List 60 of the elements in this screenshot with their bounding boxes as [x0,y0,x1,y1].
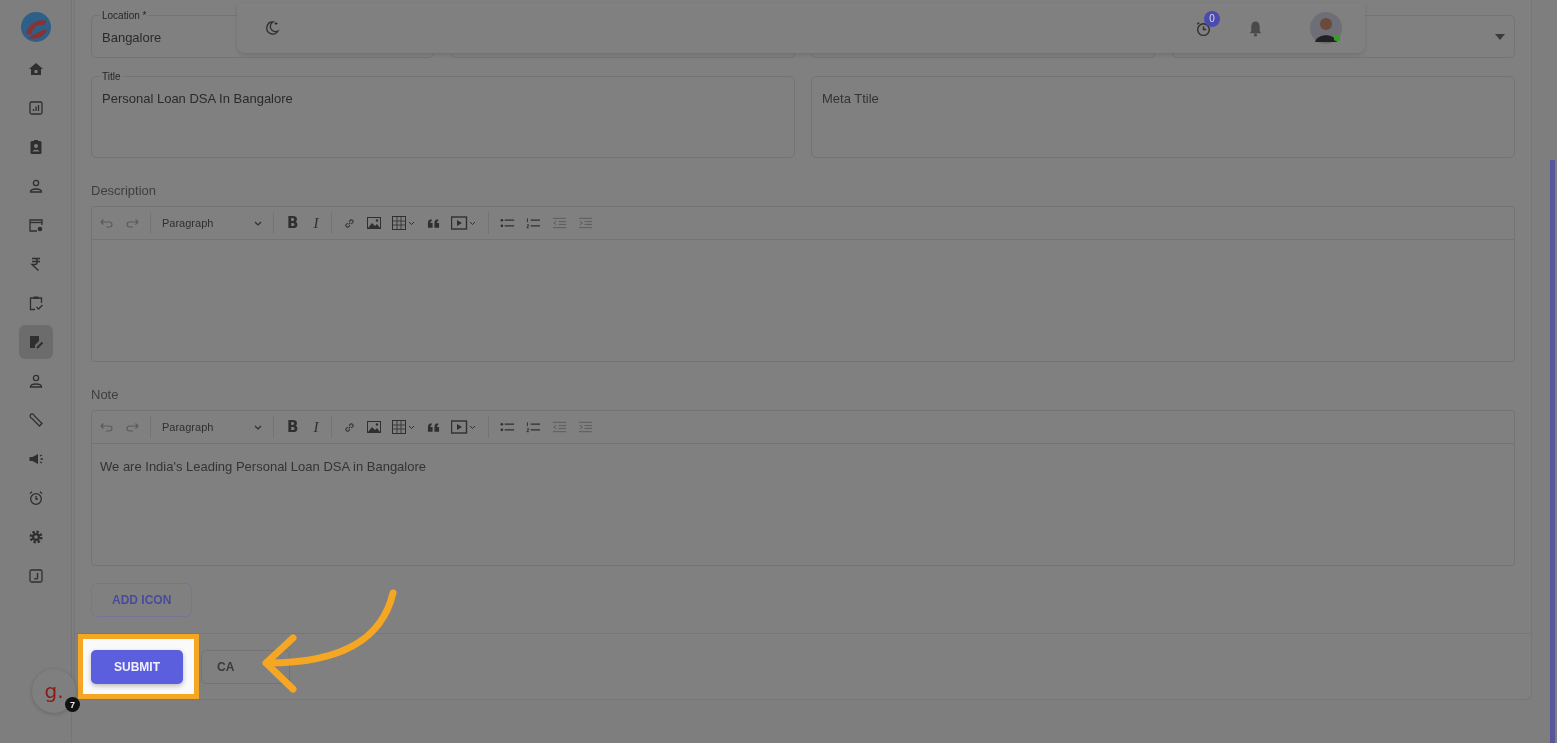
home-icon [27,61,44,77]
chevron-icon [254,220,262,226]
outdent-icon[interactable] [552,217,568,229]
numbered-list-icon[interactable] [526,217,542,229]
clipboard-check-icon [27,295,44,311]
media-icon[interactable] [451,216,478,230]
meta-title-field[interactable]: Meta Ttile [811,69,1515,158]
numbered-list-icon[interactable] [526,421,542,433]
indent-icon[interactable] [578,217,594,229]
block-format-dropdown[interactable]: Paragraph [162,217,262,229]
person-icon [27,373,44,389]
image-icon[interactable] [367,421,382,433]
table-icon[interactable] [392,420,417,434]
italic-button[interactable]: I [311,214,321,232]
chart-icon [27,100,44,116]
moon-icon[interactable] [264,20,280,36]
bold-button[interactable]: B [285,418,301,436]
wrench-icon [27,412,44,428]
link-icon[interactable] [343,420,357,434]
indent-icon[interactable] [578,421,594,433]
quote-icon[interactable] [427,422,441,432]
rich-text-editor[interactable]: Paragraph B I We are India's Leading Personal Loan DSA in Bangalore [91,410,1515,566]
title-field[interactable]: Title Personal Loan DSA In Bangalore [91,69,795,158]
badge-icon [27,139,44,155]
italic-button[interactable]: I [311,418,321,436]
submit-button[interactable]: SUBMIT [91,650,183,684]
avatar[interactable] [1309,11,1343,45]
alarm-clock-icon [27,490,44,506]
quote-icon[interactable] [427,218,441,228]
logo-icon [19,11,52,43]
table-icon[interactable] [392,216,417,230]
caret-icon [1495,34,1505,40]
outdent-icon[interactable] [552,421,568,433]
cancel-button[interactable]: CA [201,649,290,684]
block-format-dropdown[interactable]: Paragraph [162,421,262,433]
chevron-icon [254,424,262,430]
document-edit-icon [27,334,44,350]
input-field[interactable]: Location * Bangalore [91,8,237,58]
count-badge: 0 [1204,10,1220,27]
bullet-list-icon[interactable] [500,217,516,229]
bold-button[interactable]: B [285,214,301,232]
settings-icon [27,529,44,545]
editor-label: Note [91,387,120,402]
window-gear-icon [27,217,44,233]
editor-label: Description [91,183,158,198]
link-icon[interactable] [343,216,357,230]
bullet-list-icon[interactable] [500,421,516,433]
redo-icon[interactable] [125,422,139,432]
redo-icon[interactable] [125,218,139,228]
sidebar-item[interactable] [18,325,53,359]
rich-text-editor[interactable]: Paragraph B I [91,206,1515,362]
media-icon[interactable] [451,420,478,434]
undo-icon[interactable] [100,218,114,228]
document-icon [27,568,44,584]
undo-icon[interactable] [100,422,114,432]
bell-icon[interactable] [1247,19,1264,37]
person-icon [27,178,44,194]
editor-text: We are India's Leading Personal Loan DSA in Bangalore [100,458,427,474]
megaphone-icon [27,451,44,467]
image-icon[interactable] [367,217,382,229]
